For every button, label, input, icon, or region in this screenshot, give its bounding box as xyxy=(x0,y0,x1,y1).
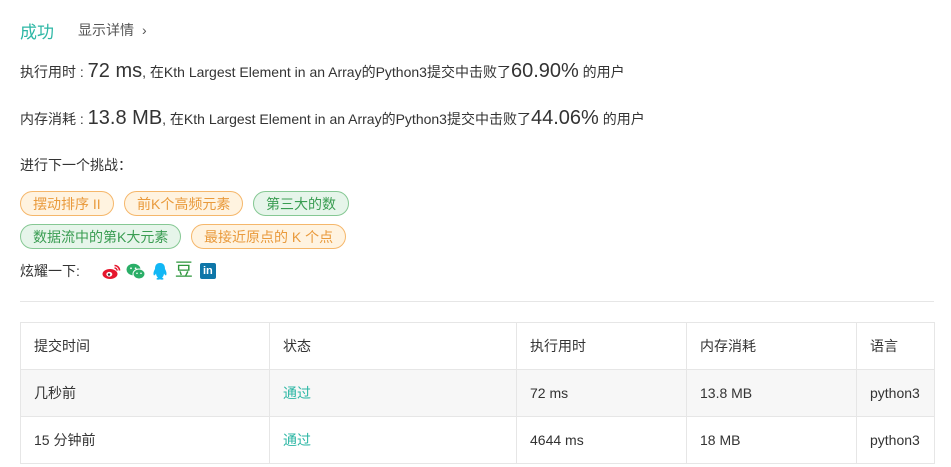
runtime-suffix: 的用户 xyxy=(578,64,625,80)
cell-language: python3 xyxy=(856,369,935,417)
cell-submit-time: 几秒前 xyxy=(20,369,270,417)
linkedin-icon[interactable]: in xyxy=(198,261,218,281)
show-details-label: 显示详情 xyxy=(78,22,134,38)
runtime-value: 72 ms xyxy=(87,60,143,82)
share-row: 炫耀一下: 豆 in xyxy=(20,261,218,281)
runtime-label: 执行用时 : xyxy=(20,64,88,80)
cell-status-link[interactable]: 通过 xyxy=(269,416,517,464)
wechat-icon[interactable] xyxy=(126,261,146,281)
result-header: 成功 显示详情 › xyxy=(20,19,147,42)
challenge-tag-k-closest-points[interactable]: 最接近原点的 K 个点 xyxy=(191,224,347,249)
memory-text: , 在Kth Largest Element in an Array的Pytho… xyxy=(162,111,531,127)
cell-status-link[interactable]: 通过 xyxy=(269,369,517,417)
share-icons: 豆 in xyxy=(102,261,218,281)
header-memory: 内存消耗 xyxy=(686,322,857,370)
cell-runtime: 72 ms xyxy=(516,369,687,417)
cell-memory: 13.8 MB xyxy=(686,369,857,417)
memory-suffix: 的用户 xyxy=(598,111,645,127)
runtime-text: , 在Kth Largest Element in an Array的Pytho… xyxy=(142,64,511,80)
memory-label: 内存消耗 : xyxy=(20,111,88,127)
table-header-row: 提交时间 状态 执行用时 内存消耗 语言 xyxy=(20,322,935,370)
show-details-link[interactable]: 显示详情 › xyxy=(78,20,147,40)
header-submit-time: 提交时间 xyxy=(20,322,270,370)
memory-value: 13.8 MB xyxy=(87,107,163,129)
header-language: 语言 xyxy=(856,322,935,370)
memory-percent: 44.06% xyxy=(530,107,599,129)
section-divider xyxy=(20,301,934,302)
cell-submit-time: 15 分钟前 xyxy=(20,416,270,464)
qq-icon[interactable] xyxy=(150,261,170,281)
chevron-right-icon: › xyxy=(142,22,147,38)
header-runtime: 执行用时 xyxy=(516,322,687,370)
douban-glyph: 豆 xyxy=(174,260,193,281)
cell-language: python3 xyxy=(856,416,935,464)
share-label: 炫耀一下: xyxy=(20,263,80,279)
challenge-tag-top-k-frequent[interactable]: 前K个高频元素 xyxy=(124,191,244,216)
result-status: 成功 xyxy=(20,22,54,42)
table-row: 几秒前 通过 72 ms 13.8 MB python3 xyxy=(20,369,935,417)
weibo-icon[interactable] xyxy=(102,261,122,281)
runtime-percent: 60.90% xyxy=(510,60,579,82)
challenge-tag-kth-largest-stream[interactable]: 数据流中的第K大元素 xyxy=(20,224,182,249)
douban-icon[interactable]: 豆 xyxy=(174,261,194,281)
header-status: 状态 xyxy=(269,322,517,370)
table-row: 15 分钟前 通过 4644 ms 18 MB python3 xyxy=(20,416,935,464)
challenge-tag-third-max[interactable]: 第三大的数 xyxy=(253,191,349,216)
submission-table: 提交时间 状态 执行用时 内存消耗 语言 几秒前 通过 72 ms 13.8 M… xyxy=(20,322,935,464)
cell-memory: 18 MB xyxy=(686,416,857,464)
memory-stat: 内存消耗 : 13.8 MB, 在Kth Largest Element in … xyxy=(20,107,645,130)
challenge-tag-wiggle-sort[interactable]: 摆动排序 II xyxy=(20,191,114,216)
next-challenge-label: 进行下一个挑战： xyxy=(20,157,132,173)
linkedin-glyph: in xyxy=(199,263,216,279)
cell-runtime: 4644 ms xyxy=(516,416,687,464)
runtime-stat: 执行用时 : 72 ms, 在Kth Largest Element in an… xyxy=(20,60,625,83)
